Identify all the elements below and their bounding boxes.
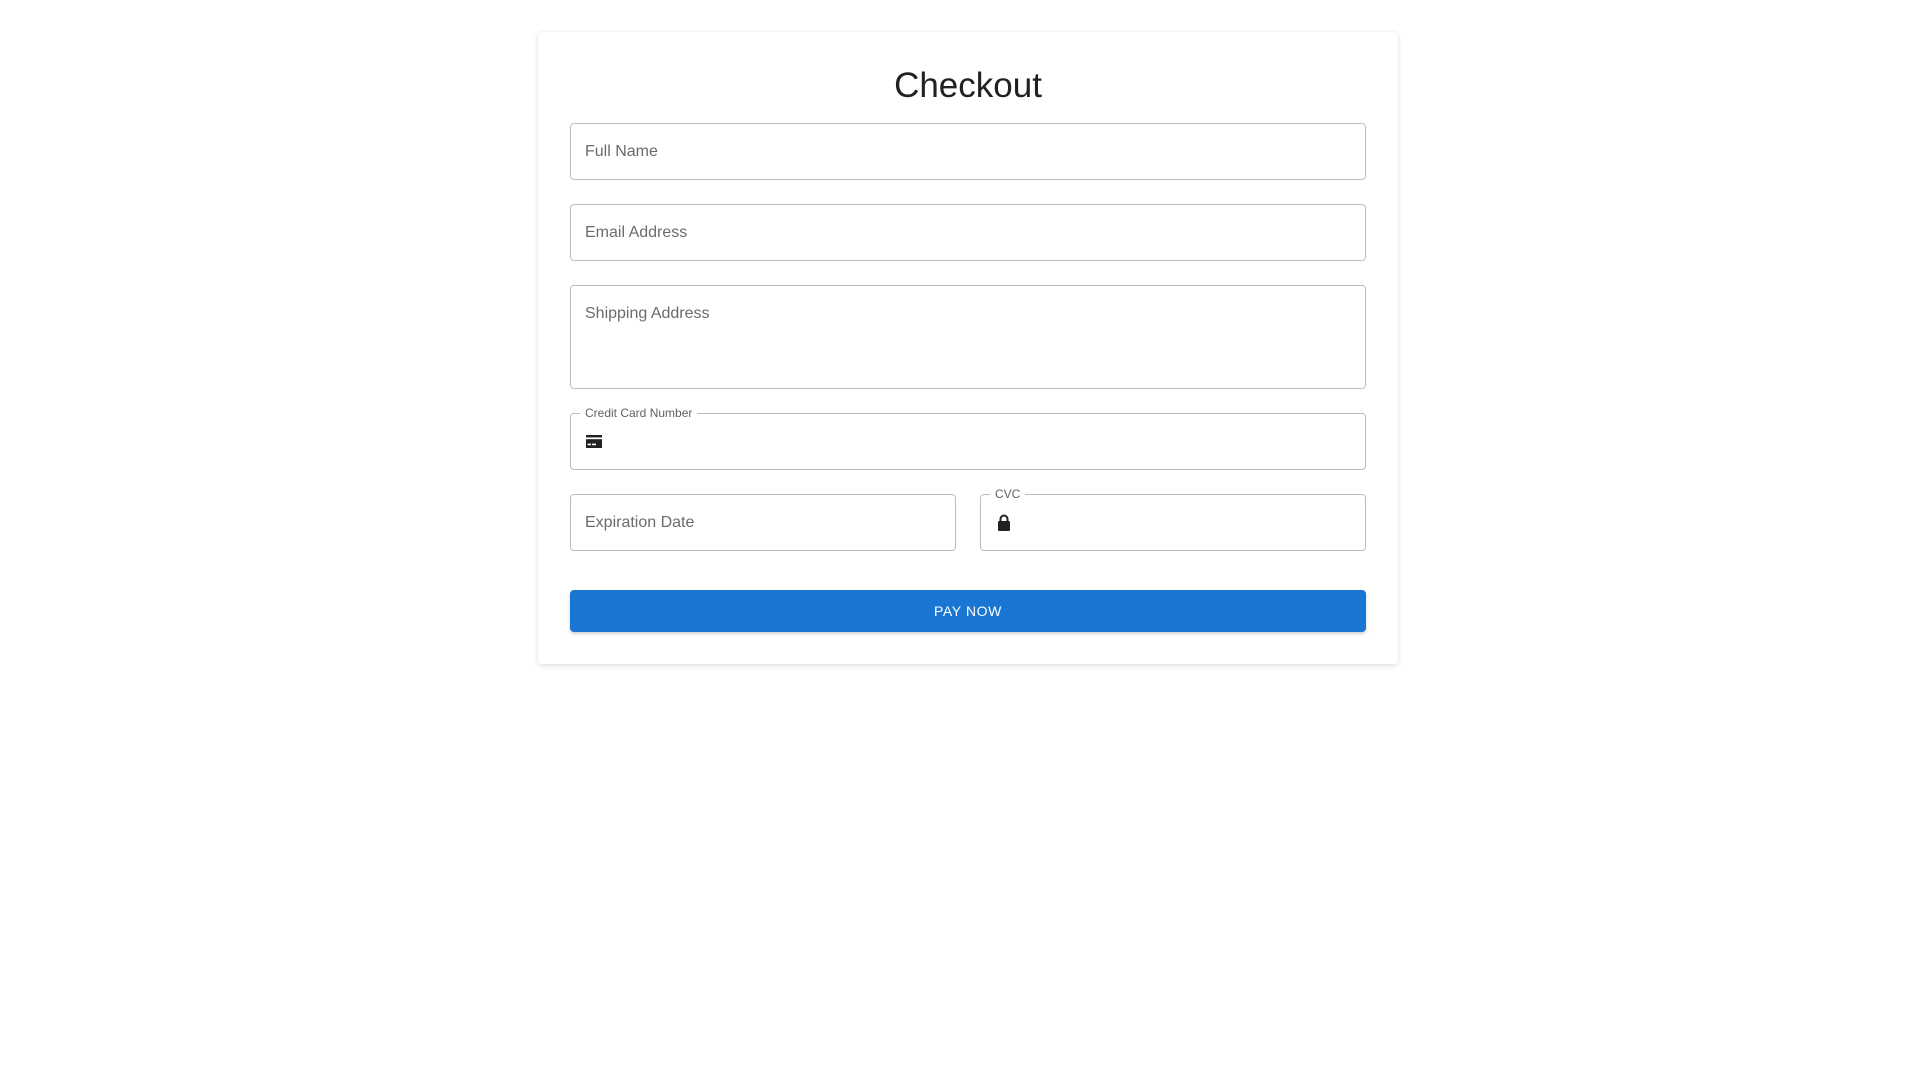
credit-card-number-field[interactable]: Credit Card Number [570, 406, 1366, 470]
full-name-placeholder: Full Name [585, 143, 658, 160]
pay-now-button[interactable]: PAY NOW [570, 590, 1366, 632]
page-title: Checkout [894, 66, 1042, 105]
shipping-address-placeholder: Shipping Address [585, 305, 710, 322]
expiration-date-field[interactable]: Expiration Date [570, 494, 956, 551]
lock-icon [995, 514, 1013, 532]
expiration-date-placeholder: Expiration Date [585, 514, 695, 531]
credit-card-icon [585, 433, 603, 451]
checkout-card: Checkout Full Name Email Address Shippin… [538, 32, 1398, 664]
email-field[interactable]: Email Address [570, 204, 1366, 261]
credit-card-number-label: Credit Card Number [580, 406, 698, 420]
cvc-label: CVC [990, 487, 1026, 501]
shipping-address-field[interactable]: Shipping Address [570, 285, 1366, 389]
full-name-field[interactable]: Full Name [570, 123, 1366, 180]
cvc-field[interactable]: CVC [980, 487, 1366, 551]
email-placeholder: Email Address [585, 224, 688, 241]
